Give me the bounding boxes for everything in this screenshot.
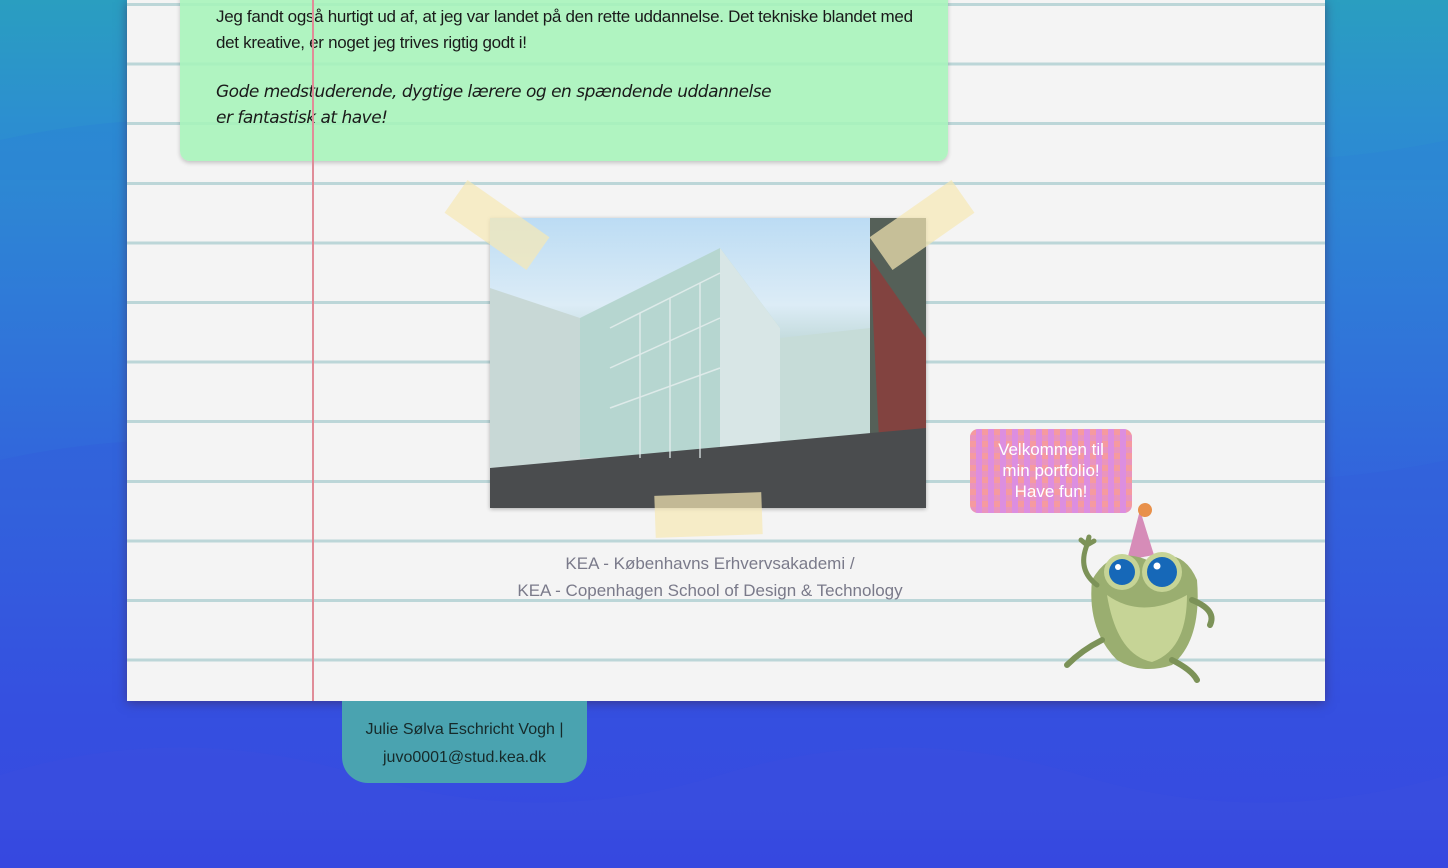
bubble-line-1: Velkommen til bbox=[998, 440, 1104, 459]
caption-line-2: KEA - Copenhagen School of Design & Tech… bbox=[517, 581, 903, 600]
quote-line-2: er fantastisk at have! bbox=[216, 108, 388, 128]
background-wave bbox=[0, 747, 1448, 830]
footer-email[interactable]: juvo0001@stud.kea.dk bbox=[342, 744, 587, 772]
bubble-line-3: Have fun! bbox=[1014, 482, 1088, 501]
margin-line bbox=[312, 0, 314, 701]
intro-quote: Gode medstuderende, dygtige lærere og en… bbox=[216, 79, 936, 131]
tape-bottom bbox=[654, 492, 763, 538]
quote-line-1: Gode medstuderende, dygtige lærere og en… bbox=[216, 82, 772, 102]
building-illustration bbox=[490, 218, 926, 508]
footer-name: Julie Sølva Eschricht Vogh | bbox=[365, 721, 564, 738]
intro-paragraph: Jeg fandt også hurtigt ud af, at jeg var… bbox=[216, 7, 913, 52]
kea-building-photo bbox=[490, 218, 926, 508]
caption-line-1: KEA - Københavns Erhvervsakademi / bbox=[565, 554, 855, 573]
photo-caption: KEA - Københavns Erhvervsakademi / KEA -… bbox=[457, 550, 963, 604]
footer-contact: Julie Sølva Eschricht Vogh | juvo0001@st… bbox=[342, 701, 587, 783]
intro-text-box: Jeg fandt også hurtigt ud af, at jeg var… bbox=[180, 0, 948, 161]
bubble-line-2: min portfolio! bbox=[1002, 461, 1100, 480]
party-frog-icon bbox=[1064, 503, 1215, 683]
notebook-page: Jeg fandt også hurtigt ud af, at jeg var… bbox=[127, 0, 1325, 701]
